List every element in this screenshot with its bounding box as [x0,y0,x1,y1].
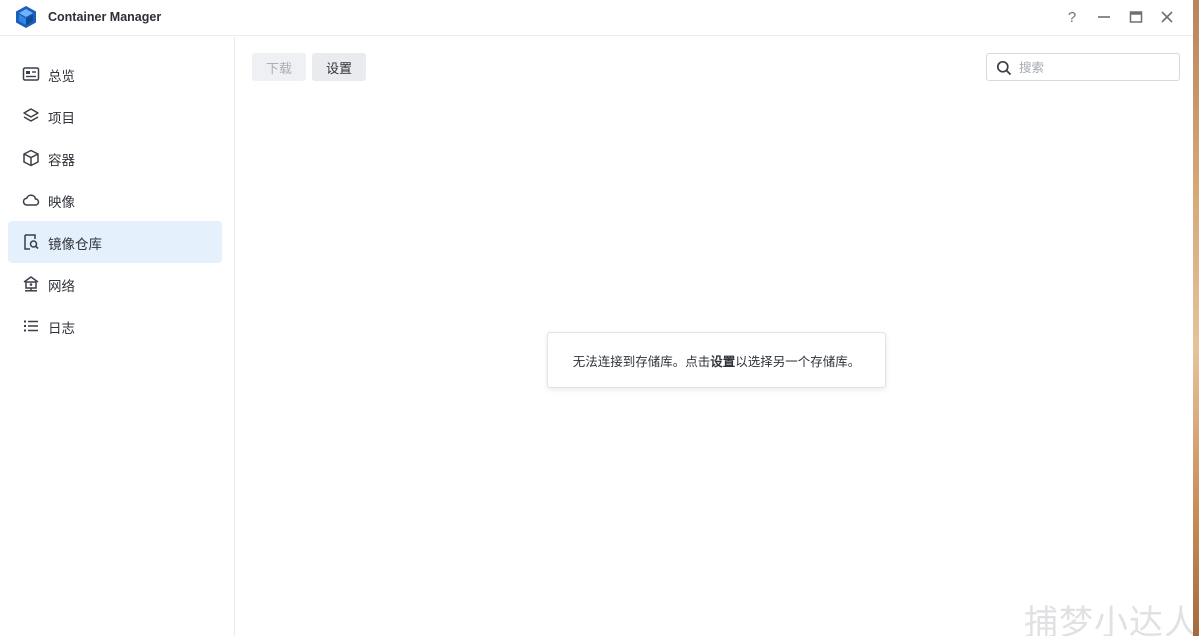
minimize-button[interactable] [1092,6,1116,28]
maximize-icon [1129,11,1143,23]
sidebar-item-label: 网络 [48,279,75,295]
cloud-icon [22,191,40,209]
network-house-icon [22,275,40,293]
close-icon [1161,11,1173,23]
title-bar: Container Manager ? [0,0,1193,36]
sidebar-item-label: 项目 [48,111,75,127]
registry-search-icon [22,233,40,251]
app-window: Container Manager ? 总览 项目 容器 映像 镜像仓库 网络 … [0,0,1193,636]
main-panel: 下载 设置 无法连接到存储库。点击设置以选择另一个存储库。 [236,37,1193,636]
close-button[interactable] [1155,6,1179,28]
help-icon: ? [1067,8,1077,26]
sidebar-item-logs[interactable]: 日志 [8,305,222,347]
sidebar-item-label: 总览 [48,69,75,85]
help-button[interactable]: ? [1060,6,1084,28]
message-text-before: 无法连接到存储库。点击 [572,353,711,369]
message-text-after: 以选择另一个存储库。 [735,353,861,369]
connection-error-message: 无法连接到存储库。点击 设置 以选择另一个存储库。 [547,332,886,388]
sidebar-item-label: 容器 [48,153,75,169]
maximize-button[interactable] [1124,6,1148,28]
desktop-background [1193,0,1199,636]
watermark-text: 捕梦小达人 [1024,603,1193,636]
message-settings-link: 设置 [710,353,736,369]
window-title: Container Manager [48,10,162,24]
sidebar-item-projects[interactable]: 项目 [8,95,222,137]
search-icon [996,60,1012,76]
sidebar-item-registry[interactable]: 镜像仓库 [8,221,222,263]
sidebar-item-containers[interactable]: 容器 [8,137,222,179]
settings-button[interactable]: 设置 [312,53,366,81]
overview-card-icon [22,65,40,83]
sidebar-item-network[interactable]: 网络 [8,263,222,305]
container-manager-logo-icon [16,6,36,28]
download-button[interactable]: 下载 [252,53,306,81]
sidebar-item-overview[interactable]: 总览 [8,53,222,95]
list-icon [22,317,40,335]
sidebar-item-label: 日志 [48,321,75,337]
sidebar-item-label: 镜像仓库 [48,237,102,253]
sidebar: 总览 项目 容器 映像 镜像仓库 网络 日志 [0,37,235,636]
sidebar-item-label: 映像 [48,195,75,211]
cube-icon [22,149,40,167]
layers-icon [22,107,40,125]
sidebar-item-images[interactable]: 映像 [8,179,222,221]
search-input[interactable] [1019,57,1174,77]
minimize-icon [1098,16,1110,18]
search-box[interactable] [986,53,1180,81]
